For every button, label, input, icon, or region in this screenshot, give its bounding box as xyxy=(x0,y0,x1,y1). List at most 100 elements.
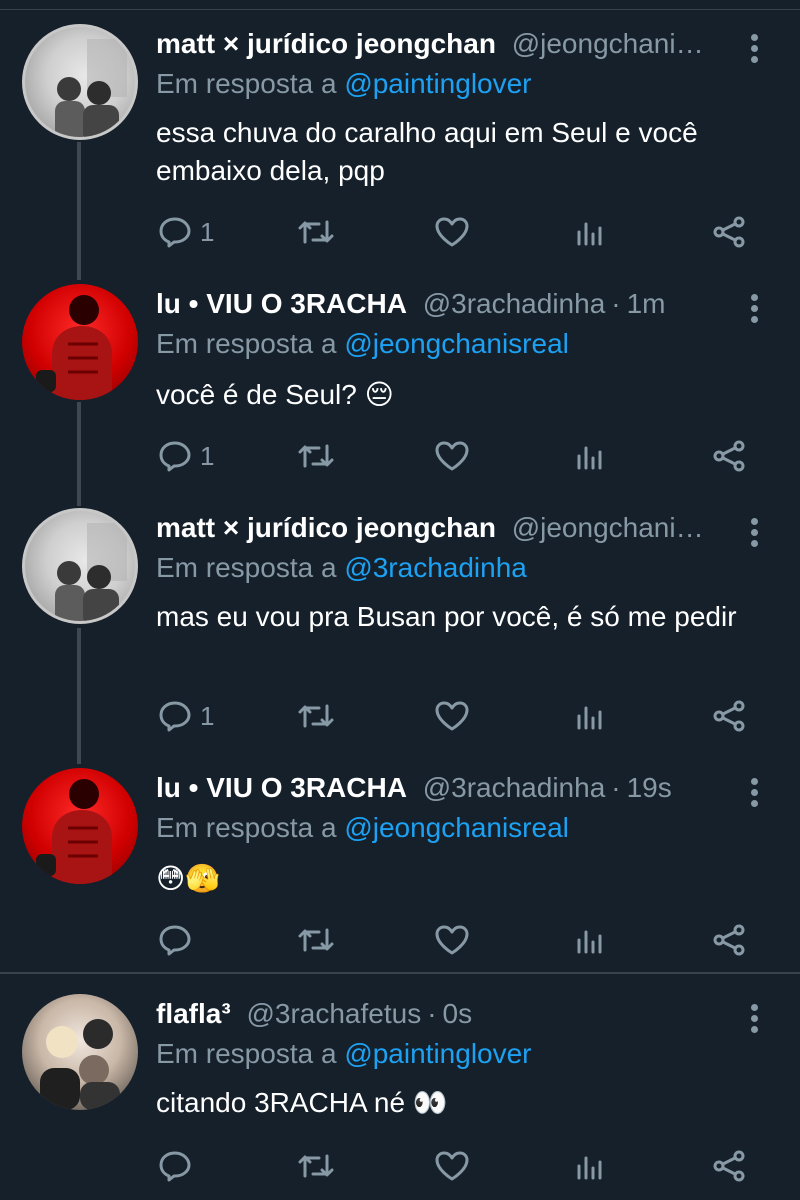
tweet-text: 😳🫣 xyxy=(156,863,221,894)
analytics-button[interactable] xyxy=(574,436,606,476)
analytics-button[interactable] xyxy=(574,212,606,252)
analytics-icon xyxy=(577,446,602,470)
more-vertical-icon[interactable] xyxy=(748,286,760,326)
analytics-button[interactable] xyxy=(574,920,606,960)
share-button[interactable] xyxy=(712,1146,746,1186)
author-name[interactable]: flafla³ xyxy=(156,998,231,1029)
more-vertical-icon[interactable] xyxy=(748,510,760,550)
tweet-actions: 1 xyxy=(0,436,800,476)
tweet[interactable]: matt × jurídico jeongchan @jeongchani… E… xyxy=(0,508,800,738)
more-vertical-icon[interactable] xyxy=(748,26,760,66)
reply-context: Em resposta a @jeongchanisreal xyxy=(156,324,569,364)
like-button[interactable] xyxy=(434,920,470,960)
analytics-icon xyxy=(577,1156,602,1180)
retweet-icon xyxy=(298,444,334,468)
reply-to-link[interactable]: @jeongchanisreal xyxy=(344,328,569,359)
share-icon xyxy=(713,924,745,956)
like-button[interactable] xyxy=(434,436,470,476)
reply-to-link[interactable]: @paintinglover xyxy=(344,1038,531,1069)
tweet-actions: 1 xyxy=(0,212,800,252)
author-name[interactable]: lu • VIU O 3RACHA xyxy=(156,288,407,319)
tweet-actions xyxy=(0,920,800,960)
share-icon xyxy=(713,440,745,472)
retweet-button[interactable] xyxy=(296,436,336,476)
reply-button[interactable]: 1 xyxy=(158,696,228,736)
timestamp[interactable]: 0s xyxy=(443,998,473,1029)
retweet-button[interactable] xyxy=(296,212,336,252)
avatar-photo-icon xyxy=(40,1019,120,1110)
retweet-icon xyxy=(298,704,334,728)
avatar[interactable] xyxy=(22,24,138,140)
reply-to-link[interactable]: @paintinglover xyxy=(344,68,531,99)
heart-icon xyxy=(435,701,469,731)
author-name[interactable]: matt × jurídico jeongchan xyxy=(156,512,496,543)
like-button[interactable] xyxy=(434,212,470,252)
timestamp[interactable]: 19s xyxy=(627,772,672,803)
reply-button[interactable]: 1 xyxy=(158,212,228,252)
thread-divider xyxy=(0,972,800,974)
tweet-actions: 1 xyxy=(0,696,800,736)
reply-prefix: Em resposta a xyxy=(156,1038,337,1069)
tweet-text: mas eu vou pra Busan por você, é só me p… xyxy=(156,601,737,632)
share-button[interactable] xyxy=(712,212,746,252)
timestamp[interactable]: 1m xyxy=(627,288,666,319)
reply-to-link[interactable]: @jeongchanisreal xyxy=(344,812,569,843)
tweet-text: essa chuva do caralho aqui em Seul e voc… xyxy=(156,117,698,186)
heart-icon xyxy=(435,1151,469,1181)
tweet-actions xyxy=(0,1146,800,1186)
retweet-icon xyxy=(298,928,334,952)
tweet[interactable]: lu • VIU O 3RACHA @3rachadinha · 1m Em res… xyxy=(0,284,800,484)
avatar-photo-icon xyxy=(36,779,112,884)
reply-prefix: Em resposta a xyxy=(156,328,337,359)
retweet-button[interactable] xyxy=(296,696,336,736)
reply-prefix: Em resposta a xyxy=(156,68,337,99)
avatar[interactable] xyxy=(22,508,138,624)
share-button[interactable] xyxy=(712,920,746,960)
tweet-header: lu • VIU O 3RACHA @3rachadinha · 19s xyxy=(156,772,672,803)
heart-icon xyxy=(435,441,469,471)
more-vertical-icon[interactable] xyxy=(748,996,760,1036)
more-vertical-icon[interactable] xyxy=(748,770,760,810)
author-name[interactable]: lu • VIU O 3RACHA xyxy=(156,772,407,803)
top-border xyxy=(0,0,800,10)
avatar-photo-icon xyxy=(55,39,127,137)
author-handle[interactable]: @3rachafetus xyxy=(246,998,421,1029)
share-button[interactable] xyxy=(712,696,746,736)
reply-count: 1 xyxy=(200,701,215,731)
reply-icon xyxy=(159,217,191,248)
like-button[interactable] xyxy=(434,696,470,736)
retweet-button[interactable] xyxy=(296,1146,336,1186)
reply-button[interactable] xyxy=(158,920,228,960)
analytics-icon xyxy=(577,222,602,246)
share-button[interactable] xyxy=(712,436,746,476)
analytics-button[interactable] xyxy=(574,696,606,736)
analytics-button[interactable] xyxy=(574,1146,606,1186)
reply-context: Em resposta a @jeongchanisreal xyxy=(156,808,569,848)
retweet-icon xyxy=(298,220,334,244)
avatar[interactable] xyxy=(22,284,138,400)
share-icon xyxy=(713,700,745,732)
tweet[interactable]: flafla³ @3rachafetus · 0s Em resposta a @p… xyxy=(0,994,800,1194)
author-handle[interactable]: @jeongchani… xyxy=(512,28,704,59)
tweet[interactable]: matt × jurídico jeongchan @jeongchani… E… xyxy=(0,24,800,254)
author-handle[interactable]: @3rachadinha xyxy=(423,772,606,803)
author-handle[interactable]: @jeongchani… xyxy=(512,512,704,543)
avatar[interactable] xyxy=(22,994,138,1110)
reply-icon xyxy=(159,925,191,956)
like-button[interactable] xyxy=(434,1146,470,1186)
author-name[interactable]: matt × jurídico jeongchan xyxy=(156,28,496,59)
author-handle[interactable]: @3rachadinha xyxy=(423,288,606,319)
share-icon xyxy=(713,216,745,248)
tweet[interactable]: lu • VIU O 3RACHA @3rachadinha · 19s Em re… xyxy=(0,768,800,964)
tweet-header: matt × jurídico jeongchan @jeongchani… xyxy=(156,24,740,64)
avatar-photo-icon xyxy=(55,523,127,621)
reply-to-link[interactable]: @3rachadinha xyxy=(344,552,527,583)
avatar[interactable] xyxy=(22,768,138,884)
tweet-header: matt × jurídico jeongchan @jeongchani… xyxy=(156,508,740,548)
retweet-button[interactable] xyxy=(296,920,336,960)
reply-button[interactable] xyxy=(158,1146,228,1186)
reply-button[interactable]: 1 xyxy=(158,436,228,476)
tweet-text: você é de Seul? 😔 xyxy=(156,379,394,410)
tweet-header: lu • VIU O 3RACHA @3rachadinha · 1m xyxy=(156,288,666,319)
reply-icon xyxy=(159,701,191,732)
